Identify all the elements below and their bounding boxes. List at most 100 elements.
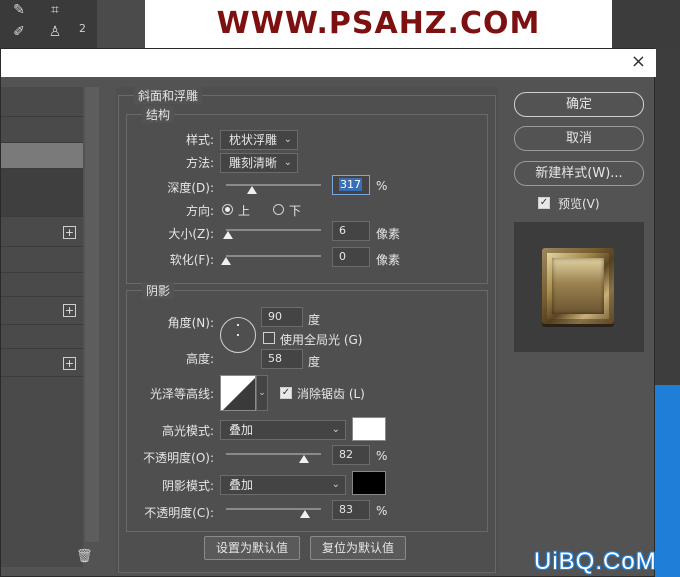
global-light-checkbox[interactable] xyxy=(263,332,275,344)
chevron-down-icon: ⌄ xyxy=(331,424,340,435)
altitude-input[interactable]: 58 xyxy=(261,349,303,369)
angle-dial-center xyxy=(237,334,239,336)
canvas: WWW.PSAHZ.COM xyxy=(145,0,612,48)
angle-dial[interactable] xyxy=(220,317,256,353)
direction-up-label: 上 xyxy=(238,204,251,218)
size-unit: 像素 xyxy=(376,227,401,241)
shadow-opacity-value: 83 xyxy=(339,503,353,516)
size-slider-thumb[interactable] xyxy=(222,231,233,239)
shadow-opacity-input[interactable]: 83 xyxy=(332,500,370,520)
direction-down-label: 下 xyxy=(289,204,302,218)
direction-down-radio[interactable] xyxy=(273,204,284,215)
right-panel-edge xyxy=(655,48,680,385)
list-item[interactable] xyxy=(1,247,83,273)
preview-label: 预览(V) xyxy=(558,197,600,211)
soften-label: 软化(F): xyxy=(169,253,214,267)
depth-slider-track[interactable] xyxy=(226,184,321,186)
altitude-value: 58 xyxy=(268,352,282,365)
list-item[interactable]: + xyxy=(1,297,83,325)
shadow-color-swatch[interactable] xyxy=(352,471,386,495)
anti-alias-checkbox[interactable]: ✓ xyxy=(280,387,292,399)
shadow-mode-select[interactable]: 叠加 ⌄ xyxy=(220,475,346,495)
stamp-icon[interactable]: ♙ xyxy=(44,22,66,42)
list-item[interactable] xyxy=(1,325,83,349)
direction-label: 方向: xyxy=(185,204,214,218)
layer-style-dialog: × + + + 🗑 斜面和浮雕 结构 样式: 枕状浮雕 ⌄ 方法: 雕刻清晰 ⌄… xyxy=(0,48,656,577)
brush-icon[interactable]: ✐ xyxy=(8,22,30,42)
list-item[interactable]: + xyxy=(1,349,83,377)
gloss-contour-picker[interactable] xyxy=(220,375,256,411)
highlight-opacity-unit: % xyxy=(376,449,388,463)
technique-label: 方法: xyxy=(185,156,214,170)
style-preview xyxy=(514,222,644,352)
angle-input[interactable]: 90 xyxy=(261,307,303,327)
styles-list: + + + xyxy=(1,87,83,567)
angle-value: 90 xyxy=(268,310,282,323)
cancel-button[interactable]: 取消 xyxy=(514,126,644,151)
highlight-opacity-input[interactable]: 82 xyxy=(332,445,370,465)
shading-title: 阴影 xyxy=(142,282,175,299)
crop-icon[interactable]: ⌗ xyxy=(44,0,66,20)
chevron-down-icon[interactable]: ⌄ xyxy=(256,375,268,411)
soften-slider-track[interactable] xyxy=(226,255,321,257)
angle-unit: 度 xyxy=(308,313,321,327)
add-icon[interactable]: + xyxy=(63,357,76,370)
add-icon[interactable]: + xyxy=(63,304,76,317)
angle-dial-tick xyxy=(237,324,239,326)
list-item[interactable] xyxy=(1,117,83,143)
altitude-label: 高度: xyxy=(185,352,214,366)
soften-input[interactable]: 0 xyxy=(332,247,370,267)
highlight-mode-value: 叠加 xyxy=(229,423,254,437)
ruler-digit: 2 xyxy=(79,22,86,35)
bevel-panel: 斜面和浮雕 结构 样式: 枕状浮雕 ⌄ 方法: 雕刻清晰 ⌄ 深度(D): 31… xyxy=(116,87,498,573)
shadow-mode-value: 叠加 xyxy=(229,478,254,492)
trash-icon[interactable]: 🗑 xyxy=(76,549,93,564)
altitude-unit: 度 xyxy=(308,355,321,369)
ok-button[interactable]: 确定 xyxy=(514,92,644,117)
technique-select[interactable]: 雕刻清晰 ⌄ xyxy=(220,153,298,173)
list-item[interactable] xyxy=(1,273,83,297)
list-item[interactable] xyxy=(1,169,83,217)
highlight-opacity-thumb[interactable] xyxy=(298,455,309,463)
list-item-selected[interactable] xyxy=(1,143,83,169)
highlight-mode-select[interactable]: 叠加 ⌄ xyxy=(220,420,346,440)
shadow-opacity-label: 不透明度(C): xyxy=(144,506,214,520)
dialog-titlebar: × xyxy=(1,49,656,77)
chevron-down-icon: ⌄ xyxy=(331,479,340,490)
style-label: 样式: xyxy=(185,133,214,147)
soften-slider-thumb[interactable] xyxy=(221,257,231,265)
highlight-color-swatch[interactable] xyxy=(352,417,386,441)
chevron-down-icon: ⌄ xyxy=(283,134,292,145)
size-input[interactable]: 6 xyxy=(332,221,370,241)
add-icon[interactable]: + xyxy=(63,226,76,239)
soften-unit: 像素 xyxy=(376,253,401,267)
chevron-down-icon: ⌄ xyxy=(283,157,292,168)
close-icon[interactable]: × xyxy=(631,52,646,72)
ruler: 2 xyxy=(79,0,145,48)
list-item[interactable] xyxy=(1,87,83,117)
highlight-mode-label: 高光模式: xyxy=(161,424,214,438)
size-slider-track[interactable] xyxy=(226,229,321,231)
highlight-opacity-value: 82 xyxy=(339,448,353,461)
highlight-opacity-label: 不透明度(O): xyxy=(143,451,214,465)
list-item[interactable]: + xyxy=(1,217,83,247)
depth-slider-thumb[interactable] xyxy=(246,186,257,194)
eyedropper-icon[interactable]: ✎ xyxy=(8,0,30,20)
style-select[interactable]: 枕状浮雕 ⌄ xyxy=(220,130,298,150)
right-panel-strip xyxy=(612,0,680,48)
shadow-opacity-thumb[interactable] xyxy=(299,510,310,518)
preview-thumbnail xyxy=(542,248,614,324)
angle-label: 角度(N): xyxy=(167,316,214,330)
structure-title: 结构 xyxy=(142,106,175,123)
new-style-button[interactable]: 新建样式(W)... xyxy=(514,161,644,186)
watermark-top: WWW.PSAHZ.COM xyxy=(216,6,541,41)
size-value: 6 xyxy=(339,224,346,237)
depth-input[interactable]: 317 xyxy=(332,175,370,195)
preview-checkbox[interactable]: ✓ xyxy=(538,197,550,209)
reset-default-button[interactable]: 复位为默认值 xyxy=(310,536,406,560)
depth-unit: % xyxy=(376,179,388,193)
direction-up-radio[interactable] xyxy=(222,204,233,215)
make-default-button[interactable]: 设置为默认值 xyxy=(204,536,300,560)
styles-scrollbar[interactable] xyxy=(85,87,99,542)
shadow-opacity-unit: % xyxy=(376,504,388,518)
